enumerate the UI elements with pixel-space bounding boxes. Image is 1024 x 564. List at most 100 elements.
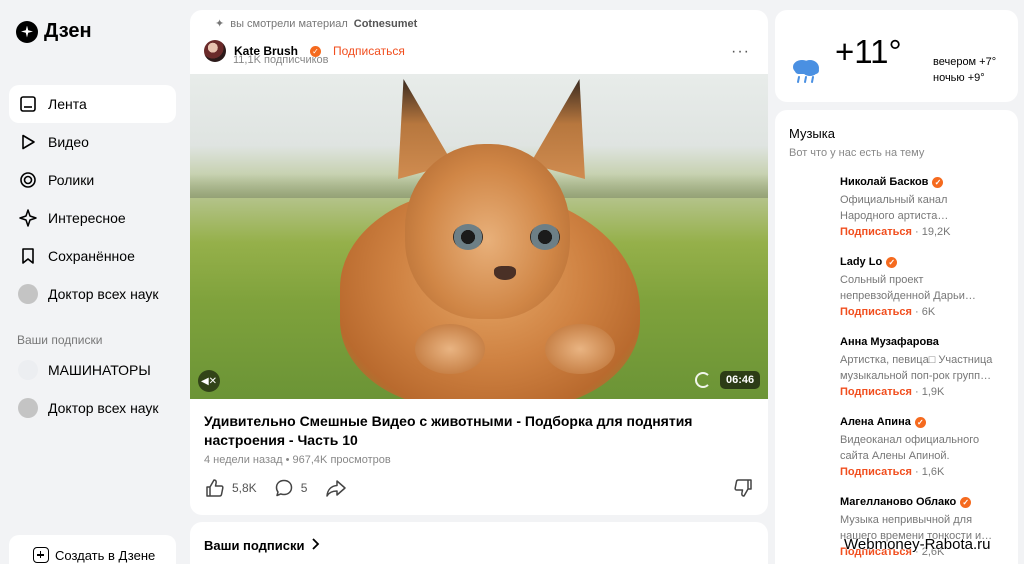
artist-footer: Подписаться · 19,2K	[840, 226, 951, 238]
artist-name-row: Магелланово Облако ✓	[840, 496, 1000, 508]
subscribe-button[interactable]: Подписаться	[840, 466, 912, 478]
subscriber-count: 1,6K	[921, 466, 945, 478]
current-temperature: +11°	[835, 33, 902, 70]
artist-footer: Подписаться · 1,6K	[840, 466, 945, 478]
watched-note: ✦ вы смотрели материал Cotnesumet	[215, 17, 418, 31]
like-icon[interactable]	[204, 477, 226, 499]
avatar	[18, 360, 38, 380]
verified-icon: ✓	[914, 416, 926, 428]
music-widget: Музыка Вот что у нас есть на тему Никола…	[775, 110, 1018, 564]
list-item[interactable]: Lady Lo ✓ Сольный проект непревзойденной …	[840, 256, 1000, 318]
mute-icon[interactable]: ◀✕	[198, 370, 220, 392]
forecast-night: ночью +9°	[933, 72, 985, 84]
video-frame	[494, 266, 516, 280]
like-count: 5,8K	[232, 481, 257, 495]
artist-name-row: Алена Апина ✓	[840, 416, 1000, 428]
logo-text: Дзен	[44, 20, 92, 42]
post-meta: 4 недели назад • 967,4K просмотров	[204, 454, 391, 466]
sidebar-item-subscription[interactable]: МАШИНАТОРЫ	[9, 351, 176, 389]
comment-icon[interactable]	[273, 477, 295, 499]
sidebar-item-label: Доктор всех наук	[48, 400, 159, 416]
video-frame	[415, 324, 485, 374]
avatar[interactable]	[204, 40, 226, 62]
video-frame	[530, 224, 560, 250]
sidebar-item-interesting[interactable]: Интересное	[9, 199, 176, 237]
sidebar-item-video[interactable]: Видео	[9, 123, 176, 161]
sidebar: Дзен Лента Видео Ролики Интересное Сохра…	[0, 0, 185, 564]
logo[interactable]: Дзен	[16, 20, 92, 43]
share-icon[interactable]	[325, 477, 347, 499]
subscriptions-heading: Ваши подписки	[17, 333, 103, 347]
zen-logo-icon	[16, 20, 38, 43]
video-frame	[545, 324, 615, 374]
subscribe-button[interactable]: Подписаться	[840, 306, 912, 318]
subscriptions-card-label: Ваши подписки	[204, 538, 305, 553]
sidebar-item-label: МАШИНАТОРЫ	[48, 362, 151, 378]
music-subtitle: Вот что у нас есть на тему	[789, 147, 925, 159]
subscriber-count: 19,2K	[921, 226, 951, 238]
subscribe-button[interactable]: Подписаться	[840, 226, 912, 238]
artist-name: Алена Апина	[840, 416, 911, 428]
artist-name-row: Анна Музафарова	[840, 336, 1000, 348]
create-button[interactable]: Создать в Дзене	[9, 535, 176, 564]
sparkle-icon	[18, 208, 38, 228]
artist-name-row: Николай Басков ✓	[840, 176, 1000, 188]
create-label: Создать в Дзене	[55, 547, 156, 563]
post-title[interactable]: Удивительно Смешные Видео с животными - …	[204, 412, 724, 450]
avatar	[18, 284, 38, 304]
sidebar-item-subscription[interactable]: Доктор всех наук	[9, 389, 176, 427]
subscribe-button[interactable]: Подписаться	[333, 44, 405, 58]
subscriptions-list: МАШИНАТОРЫ Доктор всех наук	[9, 351, 176, 427]
sidebar-item-label: Лента	[48, 96, 87, 112]
sidebar-item-channel[interactable]: Доктор всех наук	[9, 275, 176, 313]
artist-name: Lady Lo	[840, 256, 883, 268]
watermark: Webmoney-Rabota.ru	[844, 536, 991, 553]
list-item[interactable]: Николай Басков ✓ Официальный канал Народн…	[840, 176, 1000, 238]
video-player[interactable]: ◀✕ 06:46	[190, 74, 768, 399]
artist-name-row: Lady Lo ✓	[840, 256, 1000, 268]
sidebar-item-label: Интересное	[48, 210, 126, 226]
sidebar-item-label: Сохранённое	[48, 248, 135, 264]
artist-footer: Подписаться · 1,9K	[840, 386, 945, 398]
feed-icon	[18, 94, 38, 114]
main-nav: Лента Видео Ролики Интересное Сохранённо…	[9, 85, 176, 313]
list-item[interactable]: Алена Апина ✓ Видеоканал официального сай…	[840, 416, 1000, 478]
artist-name: Николай Басков	[840, 176, 929, 188]
verified-icon: ✓	[960, 496, 972, 508]
artist-name: Магелланово Облако	[840, 496, 957, 508]
sidebar-item-label: Ролики	[48, 172, 95, 188]
watched-prefix: вы смотрели материал	[230, 17, 348, 30]
forecast-evening: вечером +7°	[933, 56, 997, 68]
subscriber-count: 1,9K	[921, 386, 945, 398]
artist-footer: Подписаться · 6K	[840, 306, 936, 318]
subscriptions-card[interactable]: Ваши подписки	[190, 522, 768, 564]
forecast: вечером +7° ночью +9°	[933, 54, 996, 86]
sidebar-item-saved[interactable]: Сохранённое	[9, 237, 176, 275]
play-icon	[18, 132, 38, 152]
video-duration: 06:46	[720, 371, 761, 389]
avatar	[18, 398, 38, 418]
list-item[interactable]: Анна Музафарова Артистка, певица□ Участн…	[840, 336, 1000, 398]
sidebar-item-label: Доктор всех наук	[48, 286, 159, 302]
bookmark-icon	[18, 246, 38, 266]
verified-icon: ✓	[886, 256, 898, 268]
verified-icon: ✓	[932, 176, 944, 188]
sidebar-item-shorts[interactable]: Ролики	[9, 161, 176, 199]
sparkle-icon: ✦	[215, 18, 225, 30]
weather-widget[interactable]: +11° вечером +7° ночью +9°	[775, 10, 1018, 102]
dislike-icon[interactable]	[732, 477, 754, 499]
subscriptions-card-title: Ваши подписки	[204, 538, 321, 553]
artist-description: Сольный проект непревзойденной Дарьи…	[840, 274, 976, 302]
chevron-right-icon	[311, 538, 321, 553]
artist-description: Артистка, певица□ Участница музыкальной …	[840, 354, 993, 382]
artist-description: Официальный канал Народного артиста…	[840, 194, 949, 222]
watched-source[interactable]: Cotnesumet	[354, 18, 418, 30]
artist-description: Видеоканал официального сайта Алены Апин…	[840, 434, 980, 462]
comment-count: 5	[300, 481, 308, 495]
sidebar-item-feed[interactable]: Лента	[9, 85, 176, 123]
subscribe-button[interactable]: Подписаться	[840, 386, 912, 398]
video-frame	[453, 224, 483, 250]
more-icon[interactable]: ···	[731, 43, 750, 61]
post-actions: 5,8K 5	[204, 477, 347, 499]
subscriber-count: 6K	[921, 306, 936, 318]
